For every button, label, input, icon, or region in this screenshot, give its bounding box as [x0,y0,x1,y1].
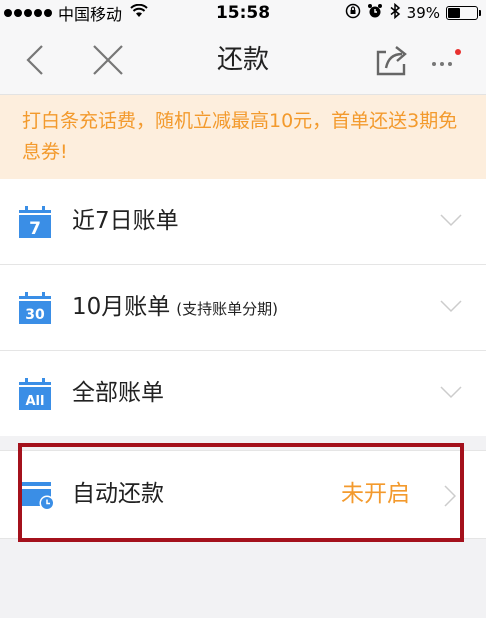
chevron-down-icon [440,213,462,227]
calendar-icon: 7 [18,205,52,239]
chevron-down-icon [440,385,462,399]
wifi-icon [130,3,148,22]
bill-row-all[interactable]: All 全部账单 [0,350,486,436]
svg-text:All: All [26,394,45,409]
bluetooth-icon [389,2,401,23]
calendar-icon: All [18,377,52,411]
bill-label: 10月账单 [72,294,171,320]
navigation-bar: 还款 [0,26,486,95]
signal-strength-icon [4,9,52,17]
more-icon[interactable] [428,42,468,78]
chevron-down-icon [440,299,462,313]
auto-repay-icon [20,479,56,511]
status-bar: 中国移动 15:58 39% [0,0,486,26]
svg-text:30: 30 [25,307,45,323]
battery-icon [446,6,481,20]
bill-list: 7 近7日账单 30 10月账单 (支持账单分期) All 全部账单 [0,179,486,436]
svg-text:7: 7 [29,219,41,239]
battery-percent: 39% [406,4,440,22]
calendar-icon: 30 [18,291,52,325]
share-icon[interactable] [372,42,412,78]
rotation-lock-icon [345,3,361,23]
auto-repay-row[interactable]: 自动还款 未开启 [0,450,486,539]
promo-banner[interactable]: 打白条充话费，随机立减最高10元，首单还送3期免息券! [0,95,486,179]
back-icon[interactable] [18,40,58,80]
carrier-name: 中国移动 [58,5,123,24]
auto-repay-status: 未开启 [341,481,410,507]
page-title: 还款 [216,45,269,75]
bill-sublabel: (支持账单分期) [176,300,278,318]
alarm-icon [367,3,383,23]
bill-label: 近7日账单 [72,208,179,234]
bill-row-october[interactable]: 30 10月账单 (支持账单分期) [0,264,486,350]
close-icon[interactable] [88,40,128,80]
bill-label: 全部账单 [72,380,164,406]
bill-row-7days[interactable]: 7 近7日账单 [0,179,486,264]
auto-repay-label: 自动还款 [72,481,164,507]
chevron-right-icon [444,485,457,507]
